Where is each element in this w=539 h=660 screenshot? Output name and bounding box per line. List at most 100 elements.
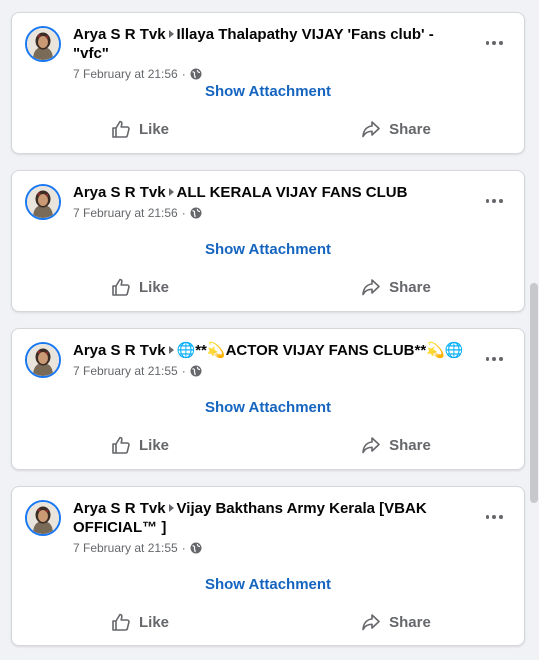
more-dots-icon bbox=[485, 41, 490, 45]
thumbs-up-icon bbox=[112, 436, 130, 454]
post-title: Arya S R Tvk 🌐**💫ACTOR VIJAY FANS CLUB**💫… bbox=[73, 341, 473, 360]
share-label: Share bbox=[389, 120, 431, 138]
group-name[interactable]: Vijay Bakthans Army Kerala [VBAK bbox=[177, 500, 427, 517]
show-attachment: Show Attachment bbox=[12, 398, 524, 417]
post-actions: Like Share bbox=[12, 117, 524, 141]
post-actions: Like Share bbox=[12, 433, 524, 457]
meta-separator: · bbox=[181, 67, 186, 81]
post-header: Arya S R Tvk 🌐**💫ACTOR VIJAY FANS CLUB**💫… bbox=[73, 341, 473, 379]
globe-icon bbox=[190, 542, 202, 554]
thumbs-up-icon bbox=[112, 613, 130, 631]
post-card: Arya S R Tvk ALL KERALA VIJAY FANS CLUB 7… bbox=[11, 170, 525, 312]
scrollbar-thumb[interactable] bbox=[530, 283, 538, 503]
avatar-image bbox=[27, 186, 59, 218]
avatar-image bbox=[27, 502, 59, 534]
group-name[interactable]: ALL KERALA VIJAY FANS CLUB bbox=[177, 184, 408, 201]
thumbs-up-icon bbox=[112, 120, 130, 138]
show-attachment-link[interactable]: Show Attachment bbox=[205, 399, 331, 416]
post-meta: 7 February at 21:55 · bbox=[73, 540, 473, 556]
post-card: Arya S R Tvk 🌐**💫ACTOR VIJAY FANS CLUB**💫… bbox=[11, 328, 525, 470]
more-dot bbox=[492, 515, 496, 519]
globe-icon bbox=[190, 365, 202, 377]
arrow-right-icon bbox=[168, 346, 174, 355]
share-label: Share bbox=[389, 278, 431, 296]
meta-separator: · bbox=[181, 206, 186, 220]
more-dot bbox=[492, 199, 496, 203]
post-timestamp[interactable]: 7 February at 21:56 bbox=[73, 205, 178, 221]
globe-icon bbox=[190, 207, 202, 219]
more-dot bbox=[498, 515, 503, 519]
share-arrow-icon bbox=[362, 437, 380, 454]
post-title: Arya S R Tvk Illaya Thalapathy VIJAY 'Fan… bbox=[73, 25, 473, 63]
author-name[interactable]: Arya S R Tvk bbox=[73, 184, 166, 201]
show-attachment-link[interactable]: Show Attachment bbox=[205, 576, 331, 593]
like-label: Like bbox=[138, 278, 169, 296]
author-name[interactable]: Arya S R Tvk bbox=[73, 342, 166, 359]
more-dot bbox=[492, 41, 496, 45]
post-timestamp[interactable]: 7 February at 21:55 bbox=[73, 363, 178, 379]
arrow-right-icon bbox=[168, 30, 174, 39]
meta-separator: · bbox=[181, 364, 186, 378]
post-actions: Like Share bbox=[12, 610, 524, 634]
arrow-right-icon bbox=[168, 504, 174, 513]
like-label: Like bbox=[138, 436, 169, 454]
arrow-right-icon bbox=[168, 188, 174, 197]
post-meta: 7 February at 21:56 · bbox=[73, 66, 473, 82]
post-timestamp[interactable]: 7 February at 21:56 bbox=[73, 66, 178, 82]
share-button[interactable]: Share bbox=[268, 433, 524, 457]
post-title: Arya S R Tvk Vijay Bakthans Army Kerala [… bbox=[73, 499, 473, 518]
more-dot bbox=[498, 199, 503, 203]
avatar-image bbox=[27, 28, 59, 60]
more-dot bbox=[492, 357, 496, 361]
like-button[interactable]: Like bbox=[12, 433, 268, 457]
show-attachment-link[interactable]: Show Attachment bbox=[205, 241, 331, 258]
author-name[interactable]: Arya S R Tvk bbox=[73, 500, 166, 517]
like-button[interactable]: Like bbox=[12, 610, 268, 634]
post-timestamp[interactable]: 7 February at 21:55 bbox=[73, 540, 178, 556]
show-attachment: Show Attachment bbox=[12, 575, 524, 594]
like-button[interactable]: Like bbox=[12, 275, 268, 299]
show-attachment: Show Attachment bbox=[12, 240, 524, 259]
post-header: Arya S R Tvk Illaya Thalapathy VIJAY 'Fan… bbox=[73, 25, 473, 82]
share-button[interactable]: Share bbox=[268, 610, 524, 634]
show-attachment: Show Attachment bbox=[12, 82, 524, 101]
share-arrow-icon bbox=[362, 279, 380, 296]
post-meta: 7 February at 21:56 · bbox=[73, 205, 473, 221]
scrollbar[interactable] bbox=[529, 0, 539, 660]
show-attachment-link[interactable]: Show Attachment bbox=[205, 83, 331, 100]
like-label: Like bbox=[138, 120, 169, 138]
avatar[interactable] bbox=[25, 500, 61, 536]
post-actions: Like Share bbox=[12, 275, 524, 299]
like-label: Like bbox=[138, 613, 169, 631]
globe-icon bbox=[190, 68, 202, 80]
share-button[interactable]: Share bbox=[268, 275, 524, 299]
more-options-button[interactable] bbox=[484, 509, 504, 525]
post-feed: Arya S R Tvk Illaya Thalapathy VIJAY 'Fan… bbox=[0, 0, 539, 660]
avatar[interactable] bbox=[25, 26, 61, 62]
group-name-continued[interactable]: OFFICIAL™ ] bbox=[73, 519, 166, 536]
avatar[interactable] bbox=[25, 184, 61, 220]
thumbs-up-icon bbox=[112, 278, 130, 296]
post-card: Arya S R Tvk Vijay Bakthans Army Kerala [… bbox=[11, 486, 525, 646]
more-options-button[interactable] bbox=[484, 193, 504, 209]
post-card: Arya S R Tvk Illaya Thalapathy VIJAY 'Fan… bbox=[11, 12, 525, 154]
more-dot bbox=[498, 41, 503, 45]
like-button[interactable]: Like bbox=[12, 117, 268, 141]
post-title-continued: OFFICIAL™ ] bbox=[73, 518, 473, 537]
avatar[interactable] bbox=[25, 342, 61, 378]
share-label: Share bbox=[389, 436, 431, 454]
more-dots-icon bbox=[485, 199, 490, 203]
group-name[interactable]: 🌐**💫ACTOR VIJAY FANS CLUB**💫🌐 bbox=[177, 342, 464, 359]
post-header: Arya S R Tvk ALL KERALA VIJAY FANS CLUB 7… bbox=[73, 183, 473, 221]
post-header: Arya S R Tvk Vijay Bakthans Army Kerala [… bbox=[73, 499, 473, 556]
share-arrow-icon bbox=[362, 121, 380, 138]
more-options-button[interactable] bbox=[484, 35, 504, 51]
more-dots-icon bbox=[485, 515, 490, 519]
author-name[interactable]: Arya S R Tvk bbox=[73, 26, 166, 43]
more-dots-icon bbox=[485, 357, 490, 361]
post-title: Arya S R Tvk ALL KERALA VIJAY FANS CLUB bbox=[73, 183, 473, 202]
meta-separator: · bbox=[181, 541, 186, 555]
more-options-button[interactable] bbox=[484, 351, 504, 367]
share-label: Share bbox=[389, 613, 431, 631]
share-button[interactable]: Share bbox=[268, 117, 524, 141]
